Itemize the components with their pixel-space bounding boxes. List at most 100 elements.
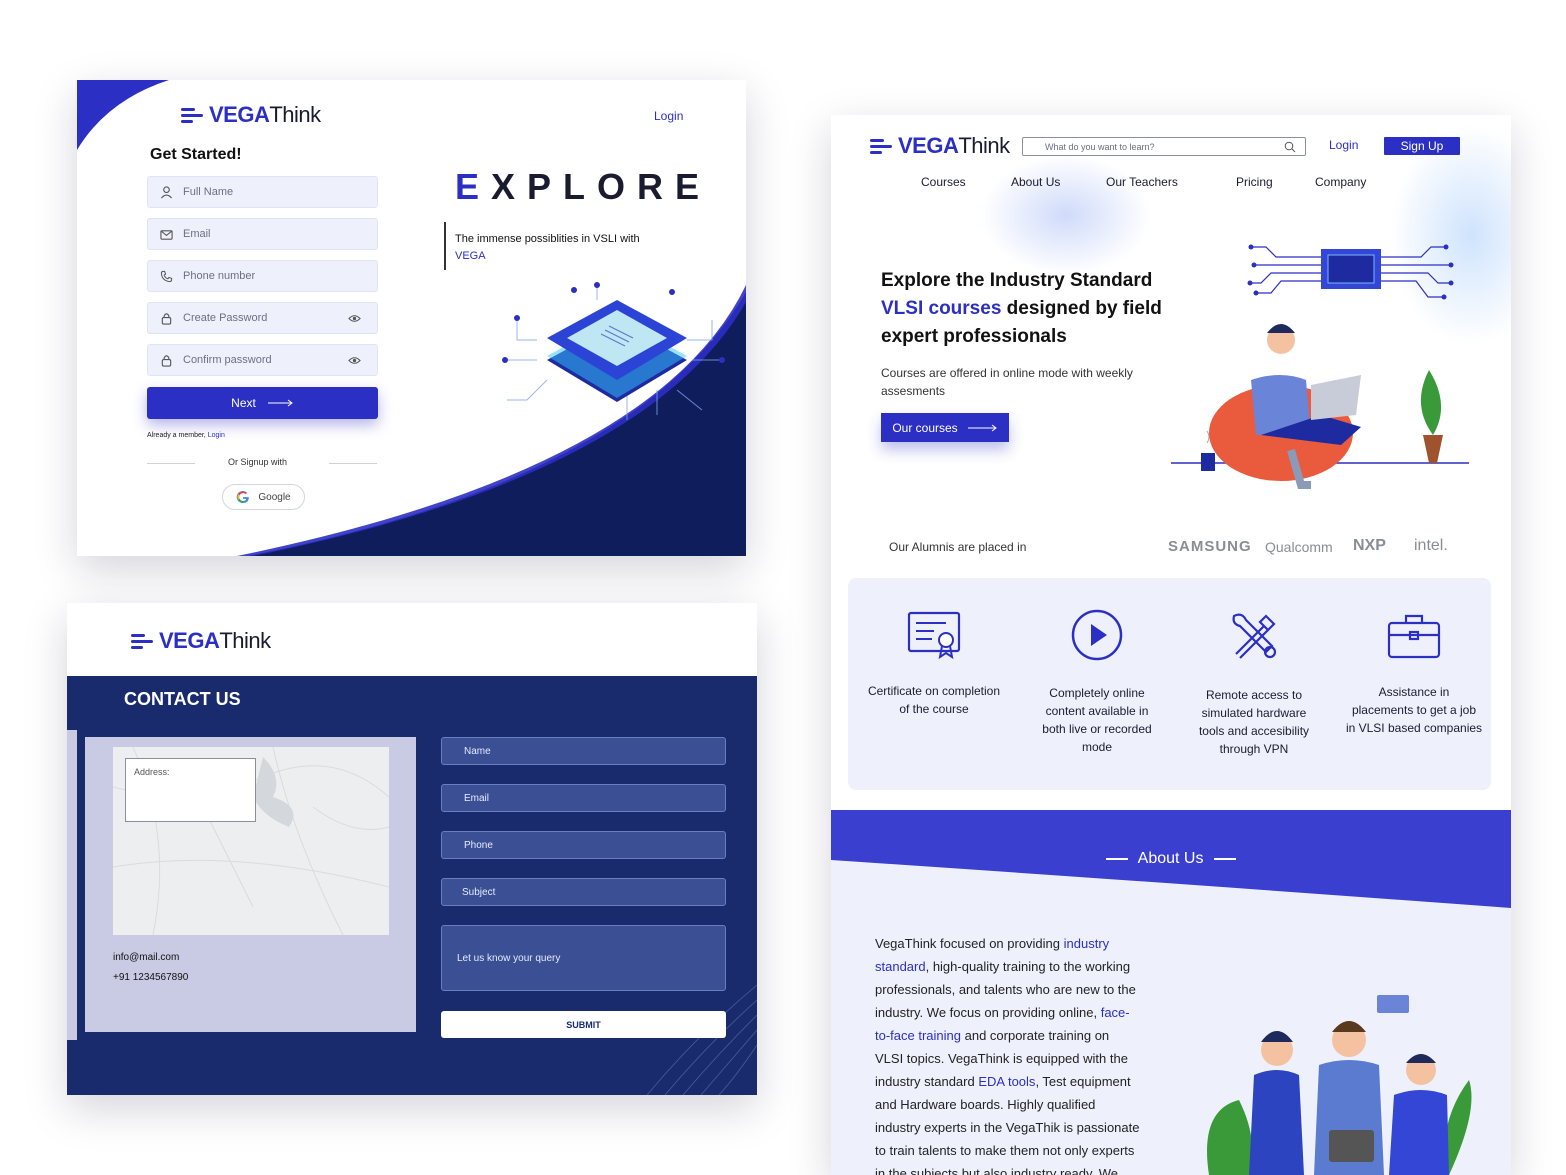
our-courses-button[interactable]: Our courses <box>881 413 1009 442</box>
nav-our-teachers[interactable]: Our Teachers <box>1106 175 1178 189</box>
email-input[interactable]: Email <box>441 784 726 812</box>
logo-text-vega: VEGA <box>159 628 220 653</box>
signup-button-label: Sign Up <box>1400 139 1444 153</box>
logo-text-think: Think <box>958 133 1010 158</box>
full-name-input[interactable]: Full Name <box>147 176 378 208</box>
glow-decoration <box>981 155 1151 275</box>
get-started-heading: Get Started! <box>150 146 242 163</box>
logo-text-vega: VEGA <box>898 133 959 158</box>
intel-logo: intel. <box>1414 537 1448 554</box>
circuit-board-illustration <box>1247 244 1454 300</box>
or-signup-label: Or Signup with <box>228 457 288 467</box>
nav-about-us[interactable]: About Us <box>1011 175 1060 189</box>
explore-subtitle: The immense possiblities in VSLI with VE… <box>455 231 640 265</box>
chip-illustration <box>502 282 725 420</box>
email-placeholder: Email <box>183 228 211 240</box>
login-link[interactable]: Login <box>654 109 683 123</box>
already-member-login-link[interactable]: Login <box>208 432 225 439</box>
brand-logo[interactable]: VEGAThink <box>181 102 321 128</box>
feature-remote: Remote access to simulated hardware tool… <box>1174 608 1334 758</box>
explore-accent-line <box>444 222 446 270</box>
already-member-text: Already a member, Login <box>147 432 225 439</box>
play-icon <box>1071 609 1123 661</box>
nav-pricing[interactable]: Pricing <box>1236 175 1273 189</box>
phone-icon <box>160 270 173 282</box>
google-signup-button[interactable]: Google <box>222 484 305 510</box>
search-icon[interactable] <box>1284 141 1296 153</box>
about-line: in the subjects but also industry ready.… <box>875 1166 1119 1175</box>
nav-courses[interactable]: Courses <box>921 175 966 189</box>
phone-placeholder: Phone <box>464 839 493 851</box>
glow-decoration-right <box>1391 125 1511 345</box>
create-password-placeholder: Create Password <box>183 312 268 324</box>
tools-icon <box>1232 613 1277 659</box>
search-input[interactable]: What do you want to learn? <box>1022 137 1306 156</box>
explore-subtitle-line1: The immense possiblities in VSLI with <box>455 233 640 245</box>
briefcase-icon <box>1387 614 1441 659</box>
phone-input[interactable]: Phone number <box>147 260 378 292</box>
feature-remote-line1: Remote access to <box>1205 688 1303 702</box>
team-illustration <box>1207 995 1472 1175</box>
contact-card: VEGAThink CONTACT US Address: info@mail.… <box>67 603 757 1095</box>
feature-placement-line2: placements to get a job <box>1351 703 1477 717</box>
address-field[interactable]: Address: <box>125 758 256 822</box>
about-line: industry standard EDA tools, Test equipm… <box>875 1074 1131 1089</box>
arrow-right-icon <box>267 399 293 407</box>
feature-certificate-line2: of the course <box>899 702 969 716</box>
feature-online-line4: mode <box>1081 740 1113 754</box>
feature-online-line2: content available in <box>1045 704 1149 718</box>
email-placeholder: Email <box>464 792 490 804</box>
logo-bars-icon <box>181 106 203 124</box>
phone-input[interactable]: Phone <box>441 831 726 859</box>
address-label: Address: <box>134 767 170 777</box>
brand-logo[interactable]: VEGAThink <box>131 628 271 654</box>
phone-placeholder: Phone number <box>183 270 256 282</box>
next-button-label: Next <box>231 396 256 410</box>
about-line: VLSI topics. VegaThink is equipped with … <box>875 1051 1128 1066</box>
google-icon <box>237 491 250 504</box>
mail-icon <box>160 229 173 240</box>
eye-icon[interactable] <box>348 354 361 367</box>
contact-email: info@mail.com <box>113 952 180 963</box>
signup-button[interactable]: Sign Up <box>1384 137 1460 155</box>
alumni-label: Our Alumnis are placed in <box>889 540 1027 554</box>
subject-input[interactable]: Subject <box>441 878 726 906</box>
our-courses-label: Our courses <box>892 420 958 435</box>
subject-placeholder: Subject <box>462 886 496 898</box>
contact-title: CONTACT US <box>124 689 241 709</box>
email-input[interactable]: Email <box>147 218 378 250</box>
about-line: VegaThink focused on providing industry <box>875 936 1110 951</box>
landing-card: VEGAThink What do you want to learn? Log… <box>831 115 1511 1175</box>
name-input[interactable]: Name <box>441 737 726 765</box>
contact-edge-strip <box>67 730 77 1040</box>
divider-right <box>329 463 377 464</box>
logo-text-think: Think <box>219 628 271 653</box>
divider-left <box>147 463 195 464</box>
hero-subtitle: Courses are offered in online mode with … <box>881 364 1133 400</box>
hero-line2-rest: designed by field <box>1006 298 1162 319</box>
about-line: industry. We focus on providing online, … <box>875 1005 1130 1020</box>
header-login-link[interactable]: Login <box>1329 138 1358 152</box>
feature-certificate-line1: Certificate on completion <box>867 684 1001 698</box>
nav-company[interactable]: Company <box>1315 175 1366 189</box>
submit-button[interactable]: SUBMIT <box>441 1011 726 1038</box>
query-textarea[interactable]: Let us know your query <box>441 925 726 991</box>
about-text: VegaThink focused on providing industry … <box>875 932 1205 1175</box>
about-title-text: About Us <box>1137 850 1204 867</box>
address-box: Address: info@mail.com +91 1234567890 <box>85 737 416 1032</box>
feature-certificate: Certificate on completion of the course <box>854 610 1014 718</box>
brand-logo[interactable]: VEGAThink <box>870 133 1010 159</box>
feature-online: Completely online content available in b… <box>1017 608 1177 756</box>
feature-placement-line1: Assistance in <box>1378 685 1450 699</box>
signup-card: VEGAThink Login Get Started! Full Name E… <box>77 80 746 556</box>
feature-online-line3: both live or recorded <box>1042 722 1152 736</box>
eye-icon[interactable] <box>348 312 361 325</box>
confirm-password-input[interactable]: Confirm password <box>147 344 378 376</box>
about-title: About Us <box>831 850 1511 868</box>
about-title-dash-left <box>1106 857 1129 860</box>
logo-bars-icon <box>131 632 153 650</box>
create-password-input[interactable]: Create Password <box>147 302 378 334</box>
next-button[interactable]: Next <box>147 387 378 419</box>
hero-line2-highlight: VLSI courses <box>881 298 1002 319</box>
about-line: standard, high-quality training to the w… <box>875 959 1131 974</box>
